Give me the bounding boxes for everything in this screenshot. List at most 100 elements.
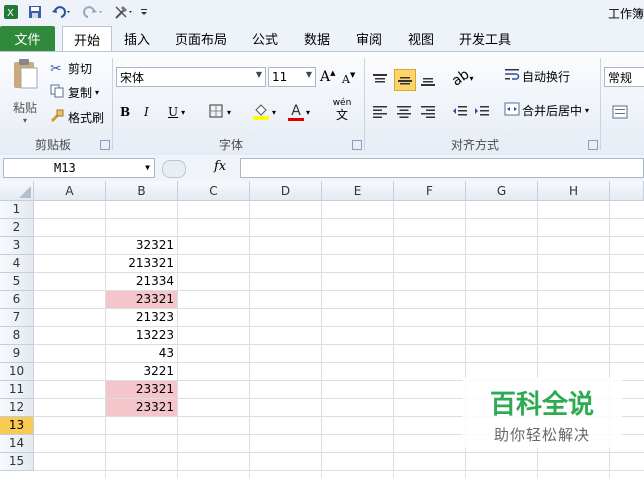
tab-developer[interactable]: 开发工具	[452, 26, 518, 51]
tab-formulas[interactable]: 公式	[244, 26, 286, 51]
insert-function-button[interactable]: fx	[214, 159, 226, 174]
group-divider	[600, 58, 601, 150]
tab-view[interactable]: 视图	[400, 26, 442, 51]
italic-button[interactable]: I	[144, 102, 160, 122]
font-name-combo[interactable]: 宋体 ▼	[116, 67, 266, 87]
formula-input[interactable]	[240, 158, 644, 178]
app-title: 工作簿	[607, 7, 644, 21]
wrap-text-button[interactable]: 自动换行	[504, 68, 570, 85]
column-header-h[interactable]: H	[538, 181, 610, 201]
grow-font-button[interactable]: A ▲	[320, 67, 336, 87]
cell-b12-highlighted[interactable]: 23321	[106, 399, 177, 416]
tab-page-layout[interactable]: 页面布局	[168, 26, 234, 51]
row-header-4[interactable]: 4	[0, 255, 34, 273]
tab-review[interactable]: 审阅	[348, 26, 390, 51]
cell-b7[interactable]: 21323	[106, 309, 177, 326]
align-middle-button[interactable]	[394, 69, 416, 91]
align-top-button[interactable]	[372, 69, 392, 91]
column-header-g[interactable]: G	[466, 181, 538, 201]
cell-b9[interactable]: 43	[106, 345, 177, 362]
alignment-group-label: 对齐方式	[450, 138, 499, 152]
row-header-10[interactable]: 10	[0, 363, 34, 381]
tab-insert[interactable]: 插入	[116, 26, 158, 51]
row-header-7[interactable]: 7	[0, 309, 34, 327]
column-header-next[interactable]	[610, 181, 644, 201]
paste-button[interactable]: 粘贴 ▾	[8, 58, 42, 128]
align-right-button[interactable]	[420, 102, 440, 122]
row-header-2[interactable]: 2	[0, 219, 34, 237]
number-format-icon[interactable]	[612, 102, 632, 122]
cut-button[interactable]: ✂ 剪切	[50, 60, 92, 77]
select-all-corner[interactable]	[0, 181, 34, 201]
font-launcher-icon[interactable]	[352, 140, 362, 150]
row-header-9[interactable]: 9	[0, 345, 34, 363]
merge-center-button[interactable]: 合并后居中 ▾	[504, 102, 589, 119]
orientation-button[interactable]: ab ▾	[449, 66, 478, 89]
tab-file[interactable]: 文件	[0, 26, 55, 51]
row-header-13-active[interactable]: 13	[0, 417, 34, 435]
merge-center-label: 合并后居中	[522, 104, 583, 118]
tab-home[interactable]: 开始	[62, 26, 112, 51]
borders-button[interactable]: ▾	[208, 102, 242, 122]
row-header-11[interactable]: 11	[0, 381, 34, 399]
watermark-main-text: 百科全说	[489, 390, 594, 420]
column-header-f[interactable]: F	[394, 181, 466, 201]
grid-line	[34, 452, 644, 453]
font-color-button[interactable]: A ▾	[288, 102, 320, 122]
row-header-15[interactable]: 15	[0, 453, 34, 471]
row-header-14[interactable]: 14	[0, 435, 34, 453]
cell-b8[interactable]: 13223	[106, 327, 177, 344]
number-format-combo[interactable]: 常规	[604, 67, 644, 87]
formula-bar-resize-handle[interactable]	[162, 160, 186, 178]
row-header-5[interactable]: 5	[0, 273, 34, 291]
cell-b10[interactable]: 3221	[106, 363, 177, 380]
redo-icon[interactable]	[80, 3, 104, 21]
fill-color-button[interactable]: ▾	[252, 102, 284, 122]
clipboard-launcher-icon[interactable]	[100, 140, 110, 150]
font-size-combo[interactable]: 11 ▼	[268, 67, 316, 87]
column-header-d[interactable]: D	[250, 181, 322, 201]
column-header-e[interactable]: E	[322, 181, 394, 201]
chevron-down-icon: ▼	[305, 70, 312, 79]
align-left-button[interactable]	[372, 102, 392, 122]
clipboard-group-label: 剪贴板	[34, 138, 71, 152]
ribbon: 粘贴 ▾ ✂ 剪切 复制 ▾ 格式刷 剪贴板 宋体 ▼ 11 ▼ A ▲ A ▼ B…	[0, 51, 644, 157]
row-header-12[interactable]: 12	[0, 399, 34, 417]
tools-icon[interactable]	[112, 3, 136, 21]
phonetic-button[interactable]: wén 文	[326, 98, 358, 124]
column-header-a[interactable]: A	[34, 181, 106, 201]
row-header-8[interactable]: 8	[0, 327, 34, 345]
customize-icon[interactable]	[139, 3, 149, 21]
cell-b3[interactable]: 32321	[106, 237, 177, 254]
align-center-button[interactable]	[396, 102, 416, 122]
align-bottom-button[interactable]	[420, 69, 440, 91]
cell-b6-highlighted[interactable]: 23321	[106, 291, 177, 308]
underline-button[interactable]: U ▾	[168, 102, 190, 122]
row-header-6[interactable]: 6	[0, 291, 34, 309]
undo-icon[interactable]	[50, 3, 74, 21]
alignment-launcher-icon[interactable]	[588, 140, 598, 150]
chevron-down-icon: ▾	[181, 107, 186, 117]
grid-line	[34, 470, 644, 471]
shrink-font-button[interactable]: A ▼	[342, 69, 358, 89]
wrap-text-icon	[504, 68, 522, 85]
decrease-indent-button[interactable]	[452, 102, 472, 122]
cell-b4[interactable]: 213321	[106, 255, 177, 272]
tab-data[interactable]: 数据	[296, 26, 338, 51]
excel-logo-icon[interactable]: X	[2, 3, 20, 21]
column-header-c[interactable]: C	[178, 181, 250, 201]
cell-b11-highlighted[interactable]: 23321	[106, 381, 177, 398]
increase-indent-button[interactable]	[474, 102, 494, 122]
name-box[interactable]: M13 ▼	[3, 158, 155, 178]
format-painter-button[interactable]: 格式刷	[50, 109, 104, 126]
row-header-1[interactable]: 1	[0, 201, 34, 219]
copy-button[interactable]: 复制 ▾	[50, 84, 99, 101]
bold-button[interactable]: B	[120, 102, 136, 122]
phonetic-char: 文	[335, 108, 348, 122]
save-icon[interactable]	[26, 3, 44, 21]
font-color-icon: A	[288, 103, 304, 121]
copy-dropdown-icon: ▾	[95, 88, 100, 97]
cell-b5[interactable]: 21334	[106, 273, 177, 290]
row-header-3[interactable]: 3	[0, 237, 34, 255]
column-header-b[interactable]: B	[106, 181, 178, 201]
